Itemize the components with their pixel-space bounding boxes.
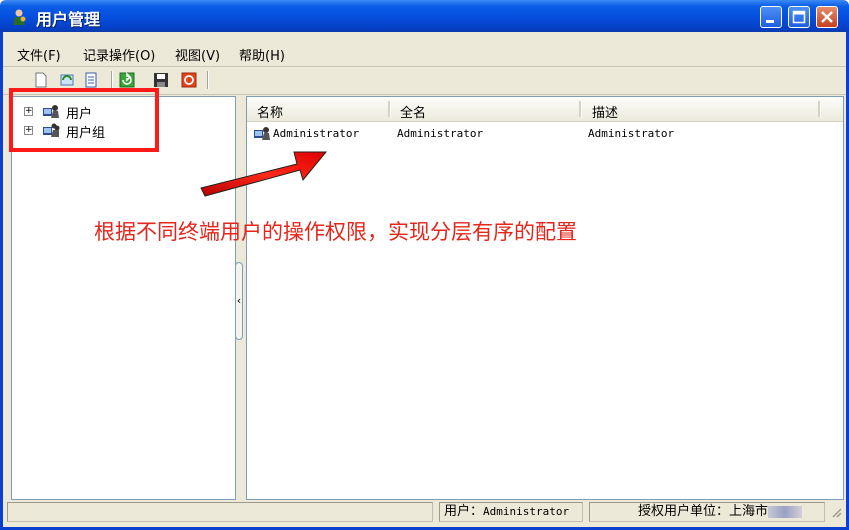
resize-grip-icon[interactable] — [830, 506, 842, 518]
cell-full-name: Administrator — [397, 127, 484, 140]
toolbar-separator — [207, 71, 208, 89]
properties-icon[interactable] — [83, 72, 99, 88]
menu-help[interactable]: 帮助(H) — [239, 45, 285, 64]
column-header-name[interactable]: 名称 — [257, 102, 283, 121]
redacted-text — [768, 505, 803, 518]
app-window: 用户管理 文件(F) 记录操作(O) 视图(V) 帮助(H) + 用户 + 用户… — [0, 0, 849, 530]
menu-file[interactable]: 文件(F) — [17, 45, 61, 64]
stop-icon[interactable] — [181, 72, 197, 88]
app-icon — [13, 9, 26, 25]
new-icon[interactable] — [33, 72, 49, 88]
status-organization: 授权用户单位：上海市 — [589, 502, 825, 522]
window-title: 用户管理 — [36, 10, 101, 29]
menu-view[interactable]: 视图(V) — [175, 45, 220, 64]
title-bar[interactable]: 用户管理 — [0, 0, 849, 32]
close-icon — [821, 11, 833, 23]
column-divider[interactable] — [818, 101, 820, 117]
highlight-annotation-box — [9, 88, 159, 152]
maximize-icon — [792, 10, 806, 24]
column-divider[interactable] — [388, 101, 390, 117]
toolbar-separator — [111, 71, 112, 89]
column-header-description[interactable]: 描述 — [592, 102, 618, 121]
column-divider[interactable] — [579, 101, 581, 117]
status-org-label: 授权用户单位： — [638, 504, 730, 519]
save-icon[interactable] — [153, 72, 169, 88]
annotation-text: 根据不同终端用户的操作权限，实现分层有序的配置 — [94, 220, 577, 244]
maximize-button[interactable] — [788, 6, 810, 28]
close-button[interactable] — [816, 6, 838, 28]
menu-bar: 文件(F) 记录操作(O) 视图(V) 帮助(H) — [3, 32, 846, 67]
collapse-left-icon[interactable]: ‹ — [235, 262, 243, 340]
cell-description: Administrator — [588, 127, 675, 140]
status-org-value: 上海市 — [729, 504, 769, 519]
status-user: 用户：Administrator — [439, 502, 583, 522]
red-arrow-annotation — [200, 151, 328, 197]
minimize-icon — [766, 20, 774, 23]
minimize-button[interactable] — [760, 6, 782, 28]
user-icon — [254, 127, 270, 140]
status-user-value: Administrator — [483, 505, 570, 518]
cell-name: Administrator — [273, 127, 360, 140]
status-panel-empty — [7, 502, 433, 522]
status-user-label: 用户： — [444, 504, 484, 519]
refresh-list-icon[interactable] — [59, 72, 75, 88]
refresh-icon[interactable] — [119, 72, 135, 88]
list-header: 名称 全名 描述 — [247, 97, 843, 122]
column-header-full-name[interactable]: 全名 — [400, 102, 426, 121]
menu-record-operation[interactable]: 记录操作(O) — [83, 45, 155, 64]
status-bar: 用户：Administrator 授权用户单位：上海市 — [3, 500, 846, 527]
